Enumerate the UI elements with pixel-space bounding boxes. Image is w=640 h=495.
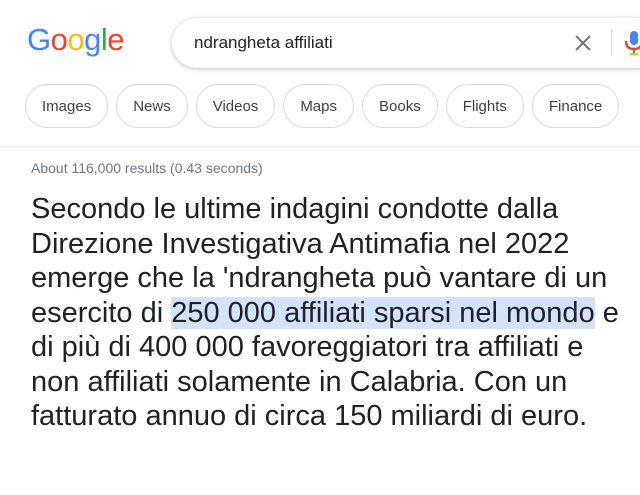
- search-input[interactable]: [194, 31, 554, 55]
- logo-letter: o: [50, 22, 68, 57]
- result-stats: About 116,000 results (0.43 seconds): [31, 160, 263, 176]
- logo-letter: G: [27, 22, 51, 57]
- chip-maps[interactable]: Maps: [283, 84, 354, 128]
- featured-snippet: Secondo le ultime indagini condotte dall…: [31, 192, 631, 434]
- chip-books[interactable]: Books: [362, 84, 438, 128]
- snippet-highlight: 250 000 affiliati sparsi nel mondo: [171, 296, 595, 329]
- chip-flights[interactable]: Flights: [445, 84, 524, 128]
- logo-letter: g: [84, 22, 101, 57]
- search-filter-chips: Images News Videos Maps Books Flights Fi…: [25, 84, 620, 128]
- chip-videos[interactable]: Videos: [195, 84, 276, 128]
- logo-letter: o: [67, 22, 85, 57]
- search-box[interactable]: [172, 18, 640, 68]
- logo-letter: e: [107, 22, 125, 57]
- mic-icon[interactable]: [624, 30, 640, 56]
- chip-finance[interactable]: Finance: [531, 84, 620, 128]
- google-logo[interactable]: Google: [27, 22, 125, 58]
- header-divider: [0, 146, 640, 147]
- close-icon[interactable]: [572, 32, 594, 54]
- chip-news[interactable]: News: [116, 84, 188, 128]
- search-divider: [611, 30, 612, 56]
- chip-images[interactable]: Images: [25, 84, 109, 128]
